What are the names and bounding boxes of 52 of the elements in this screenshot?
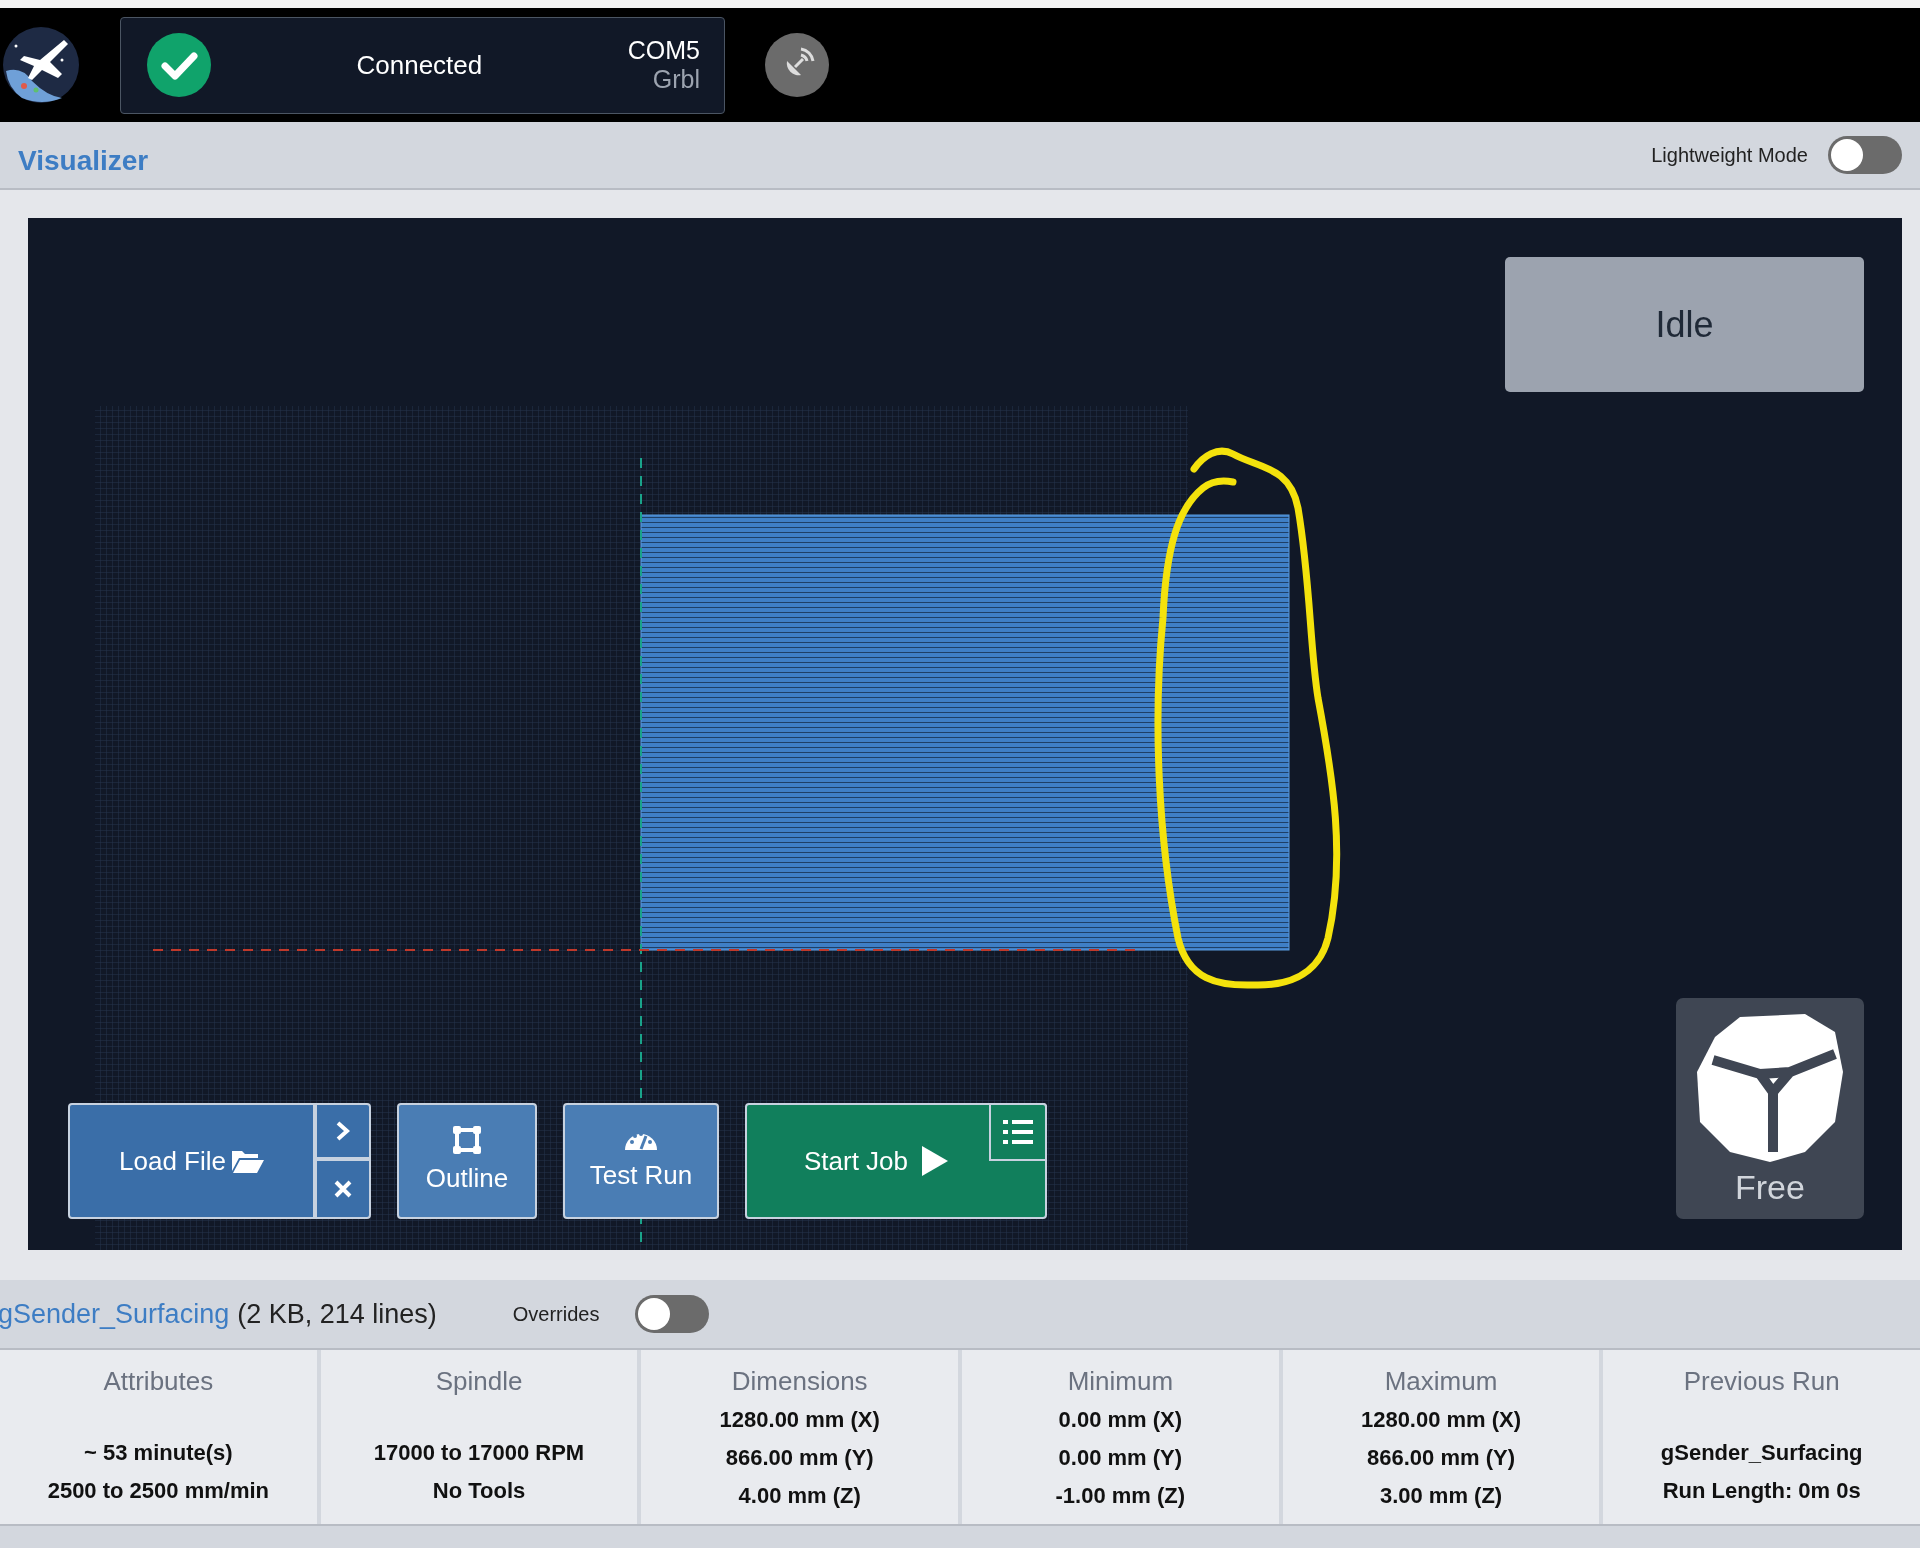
play-icon (922, 1146, 949, 1176)
connection-status: Connected (355, 48, 484, 82)
stat-value: 4.00 mm (Z) (738, 1482, 861, 1510)
stat-value: 0.00 mm (X) (1058, 1406, 1183, 1434)
stat-value: 1280.00 mm (X) (1360, 1406, 1522, 1434)
overrides-toggle[interactable] (635, 1295, 710, 1333)
stat-value: -1.00 mm (Z) (1055, 1482, 1186, 1510)
file-info: (2 KB, 214 lines) (237, 1297, 437, 1331)
job-list-button[interactable] (989, 1103, 1047, 1161)
stat-value: 3.00 mm (Z) (1379, 1482, 1503, 1510)
cube-icon (1695, 1012, 1845, 1162)
stat-title: Spindle (435, 1365, 523, 1398)
stat-title: Dimensions (731, 1365, 868, 1398)
visualizer-canvas[interactable]: Idle Load File Outline Test Run Start Job Free (28, 218, 1902, 1250)
visualizer-title: Visualizer (18, 144, 149, 178)
square-outline-icon (452, 1124, 482, 1155)
lightweight-mode-label: Lightweight Mode (1651, 143, 1808, 168)
start-job-button[interactable]: Start Job (745, 1103, 1047, 1219)
close-button[interactable] (315, 1159, 371, 1219)
stat-value: Run Length: 0m 0s (1662, 1477, 1861, 1505)
stat-value: 866.00 mm (Y) (1367, 1444, 1515, 1472)
satellite-icon[interactable] (765, 33, 829, 97)
numbered-list-icon (1003, 1119, 1033, 1145)
stat-title: Attributes (103, 1365, 214, 1398)
stat-value: gSender_Surfacing (1660, 1439, 1863, 1467)
connection-panel[interactable]: Connected COM5 Grbl (120, 16, 725, 114)
lightweight-mode-toggle[interactable] (1828, 136, 1902, 174)
camera-view-button[interactable]: Free (1676, 998, 1864, 1219)
close-icon (333, 1179, 353, 1199)
stat-title: Minimum (1067, 1365, 1174, 1398)
stat-title: Previous Run (1683, 1365, 1840, 1398)
stat-value: 1280.00 mm (X) (719, 1406, 880, 1434)
camera-view-label: Free (1735, 1167, 1805, 1208)
stat-value: 866.00 mm (Y) (725, 1444, 874, 1472)
folder-icon (232, 1149, 264, 1173)
overrides-label: Overrides (512, 1302, 600, 1327)
machine-state-indicator: Idle (1505, 257, 1864, 392)
chevron-right-icon (335, 1120, 351, 1142)
stat-value: 17000 to 17000 RPM (373, 1439, 585, 1467)
stat-value: 0.00 mm (Y) (1058, 1444, 1183, 1472)
outline-button[interactable]: Outline (397, 1103, 537, 1219)
load-file-button[interactable]: Load File (68, 1103, 315, 1219)
test-run-button[interactable]: Test Run (563, 1103, 719, 1219)
stat-value: 2500 to 2500 mm/min (47, 1477, 269, 1505)
firmware-label: Grbl (651, 65, 700, 94)
logo-icon (2, 26, 80, 104)
stat-title: Maximum (1384, 1365, 1498, 1398)
next-button[interactable] (315, 1103, 371, 1159)
port-label: COM5 (627, 36, 700, 65)
stat-value: No Tools (432, 1477, 526, 1505)
stat-value: ~ 53 minute(s) (84, 1439, 233, 1467)
file-name[interactable]: gSender_Surfacing (0, 1293, 230, 1335)
